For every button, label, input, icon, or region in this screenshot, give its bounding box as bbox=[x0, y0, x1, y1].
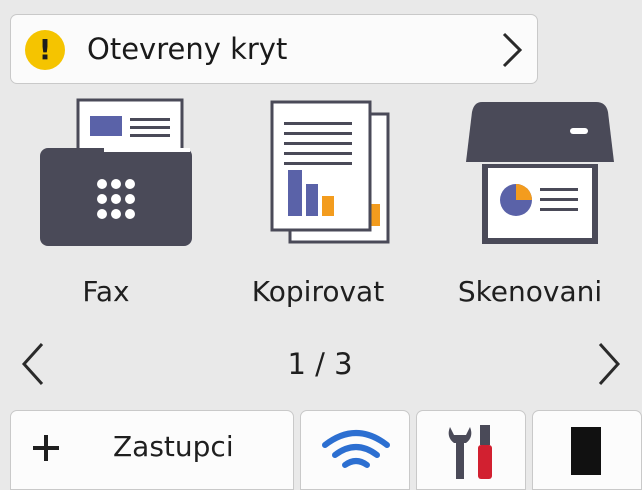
app-label-fax: Fax bbox=[82, 275, 130, 308]
shortcuts-label: Zastupci bbox=[113, 430, 234, 463]
copy-icon bbox=[270, 100, 390, 244]
plus-icon bbox=[33, 435, 59, 461]
wifi-button[interactable] bbox=[300, 410, 410, 490]
shortcuts-button[interactable]: Zastupci bbox=[10, 410, 294, 490]
app-label-scan: Skenovani bbox=[457, 275, 603, 308]
app-label-copy: Kopirovat bbox=[251, 275, 385, 308]
tools-icon bbox=[448, 425, 492, 479]
chevron-right-icon bbox=[502, 32, 523, 68]
scan-icon bbox=[466, 102, 614, 244]
settings-button[interactable] bbox=[416, 410, 526, 490]
status-alert-bar[interactable]: ! Otevreny kryt bbox=[10, 14, 538, 84]
wifi-icon bbox=[322, 430, 390, 468]
toner-button[interactable] bbox=[532, 410, 642, 490]
pager-prev-button[interactable] bbox=[18, 340, 46, 388]
pager-next-button[interactable] bbox=[596, 340, 624, 388]
app-tile-fax[interactable]: Fax bbox=[6, 92, 206, 324]
app-tile-scan[interactable]: Skenovani bbox=[430, 92, 630, 324]
fax-icon bbox=[40, 98, 192, 246]
warning-glyph: ! bbox=[38, 33, 52, 66]
toner-icon bbox=[571, 427, 601, 475]
pager-indicator: 1 / 3 bbox=[287, 347, 353, 381]
app-tile-copy[interactable]: Kopirovat bbox=[218, 92, 418, 324]
status-alert-text: Otevreny kryt bbox=[87, 32, 288, 66]
warning-icon: ! bbox=[25, 30, 65, 70]
